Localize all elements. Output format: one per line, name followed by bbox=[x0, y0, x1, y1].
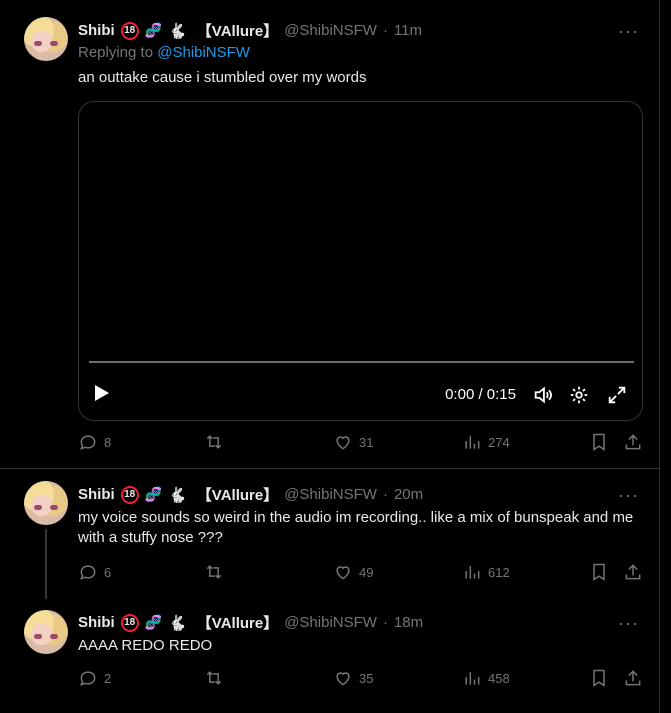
tweet-text: my voice sounds so weird in the audio im… bbox=[78, 509, 634, 546]
views-count: 458 bbox=[488, 670, 510, 686]
like-count: 35 bbox=[359, 670, 374, 686]
tweet-2[interactable]: Shibi 18 🧬 🐇 【VAllure】 @ShibiNSFW · 20m … bbox=[0, 469, 659, 600]
name-tag: 【VAllure】 bbox=[196, 487, 279, 504]
bookmark-icon bbox=[593, 433, 605, 451]
timestamp[interactable]: 18m bbox=[394, 614, 423, 631]
rabbit-icon: 🐇 bbox=[168, 486, 187, 504]
share-icon bbox=[625, 670, 641, 686]
tweet-actions: 6 49 612 bbox=[78, 562, 641, 586]
handle[interactable]: @ShibiNSFW bbox=[284, 22, 377, 39]
like-count: 49 bbox=[359, 564, 374, 580]
views-bar-chart-icon bbox=[465, 436, 480, 449]
separator: · bbox=[382, 22, 388, 39]
views-bar-chart-icon bbox=[465, 566, 480, 579]
rabbit-icon: 🐇 bbox=[168, 614, 187, 632]
more-dots-icon[interactable]: ··· bbox=[618, 22, 639, 40]
tweet-actions: 2 35 458 bbox=[78, 668, 641, 692]
timestamp[interactable]: 20m bbox=[394, 486, 423, 503]
tweet-header: Shibi 18 🧬 🐇 【VAllure】 @ShibiNSFW · 11m bbox=[78, 20, 422, 41]
share-icon bbox=[625, 434, 641, 450]
video-timecode: 0:00 / 0:15 bbox=[445, 386, 516, 403]
age-18-badge: 18 bbox=[120, 613, 139, 632]
play-icon[interactable] bbox=[95, 385, 109, 401]
heart-icon bbox=[336, 566, 350, 580]
reply-count: 8 bbox=[104, 434, 112, 450]
tweet-text: an outtake cause i stumbled over my word… bbox=[78, 69, 367, 86]
tweet-text: AAAA REDO REDO bbox=[78, 637, 213, 654]
video-progress-bar[interactable] bbox=[89, 361, 634, 363]
views-button[interactable]: 612 bbox=[462, 562, 510, 582]
volume-icon[interactable] bbox=[532, 384, 554, 406]
reply-icon bbox=[80, 671, 96, 686]
like-count: 31 bbox=[359, 434, 374, 450]
share-icon bbox=[625, 564, 641, 580]
timeline: Shibi 18 🧬 🐇 【VAllure】 @ShibiNSFW · 11m … bbox=[0, 0, 660, 713]
views-count: 612 bbox=[488, 564, 510, 580]
avatar[interactable] bbox=[24, 610, 68, 654]
handle[interactable]: @ShibiNSFW bbox=[284, 486, 377, 503]
repost-icon bbox=[206, 435, 222, 449]
settings-gear-icon[interactable] bbox=[568, 384, 590, 406]
reply-icon bbox=[80, 565, 96, 580]
dna-icon: 🧬 bbox=[144, 22, 163, 38]
avatar[interactable] bbox=[24, 17, 68, 61]
heart-icon bbox=[336, 672, 350, 686]
avatar[interactable] bbox=[24, 481, 68, 525]
dna-icon: 🧬 bbox=[144, 486, 163, 502]
reply-button[interactable]: 2 bbox=[78, 668, 111, 688]
like-button[interactable]: 49 bbox=[333, 562, 373, 582]
reply-count: 2 bbox=[104, 670, 112, 686]
display-name[interactable]: Shibi bbox=[78, 614, 115, 631]
name-tag: 【VAllure】 bbox=[196, 23, 279, 40]
separator: · bbox=[382, 486, 388, 503]
separator: · bbox=[382, 614, 388, 631]
replying-to-handle[interactable]: @ShibiNSFW bbox=[157, 44, 250, 61]
age-18-badge: 18 bbox=[120, 485, 139, 504]
video-player[interactable]: 0:00 / 0:15 bbox=[78, 101, 643, 421]
bookmark-button[interactable] bbox=[589, 562, 609, 582]
rabbit-icon: 🐇 bbox=[168, 22, 187, 40]
like-button[interactable]: 31 bbox=[333, 432, 373, 452]
thread-connector bbox=[45, 529, 47, 599]
bookmark-icon bbox=[593, 669, 605, 687]
timestamp[interactable]: 11m bbox=[394, 22, 422, 39]
repost-button[interactable] bbox=[204, 432, 224, 452]
bookmark-icon bbox=[593, 563, 605, 581]
bookmark-button[interactable] bbox=[589, 668, 609, 688]
display-name[interactable]: Shibi bbox=[78, 486, 115, 503]
tweet-actions: 8 31 274 bbox=[78, 432, 641, 456]
fullscreen-icon[interactable] bbox=[606, 384, 628, 406]
more-dots-icon[interactable]: ··· bbox=[618, 486, 639, 504]
views-count: 274 bbox=[488, 434, 510, 450]
replying-prefix: Replying to bbox=[78, 44, 158, 61]
heart-icon bbox=[336, 436, 350, 450]
repost-icon bbox=[206, 671, 222, 685]
more-dots-icon[interactable]: ··· bbox=[618, 614, 639, 632]
handle[interactable]: @ShibiNSFW bbox=[284, 614, 377, 631]
reply-button[interactable]: 8 bbox=[78, 432, 111, 452]
share-button[interactable] bbox=[623, 562, 643, 582]
reply-icon bbox=[80, 435, 96, 450]
share-button[interactable] bbox=[623, 432, 643, 452]
dna-icon: 🧬 bbox=[144, 614, 163, 630]
repost-icon bbox=[206, 565, 222, 579]
tweet-header: Shibi 18 🧬 🐇 【VAllure】 @ShibiNSFW · 18m bbox=[78, 612, 423, 633]
share-button[interactable] bbox=[623, 668, 643, 688]
bookmark-button[interactable] bbox=[589, 432, 609, 452]
like-button[interactable]: 35 bbox=[333, 668, 373, 688]
repost-button[interactable] bbox=[204, 668, 224, 688]
tweet-3[interactable]: Shibi 18 🧬 🐇 【VAllure】 @ShibiNSFW · 18m … bbox=[0, 600, 659, 713]
tweet-1[interactable]: Shibi 18 🧬 🐇 【VAllure】 @ShibiNSFW · 11m … bbox=[0, 0, 659, 468]
reply-button[interactable]: 6 bbox=[78, 562, 111, 582]
views-button[interactable]: 458 bbox=[462, 668, 510, 688]
repost-button[interactable] bbox=[204, 562, 224, 582]
display-name[interactable]: Shibi bbox=[78, 22, 115, 39]
replying-to: Replying to @ShibiNSFW bbox=[78, 44, 250, 61]
reply-count: 6 bbox=[104, 564, 112, 580]
views-bar-chart-icon bbox=[465, 672, 480, 685]
views-button[interactable]: 274 bbox=[462, 432, 510, 452]
age-18-badge: 18 bbox=[120, 21, 139, 40]
tweet-header: Shibi 18 🧬 🐇 【VAllure】 @ShibiNSFW · 20m bbox=[78, 484, 423, 505]
name-tag: 【VAllure】 bbox=[196, 615, 279, 632]
